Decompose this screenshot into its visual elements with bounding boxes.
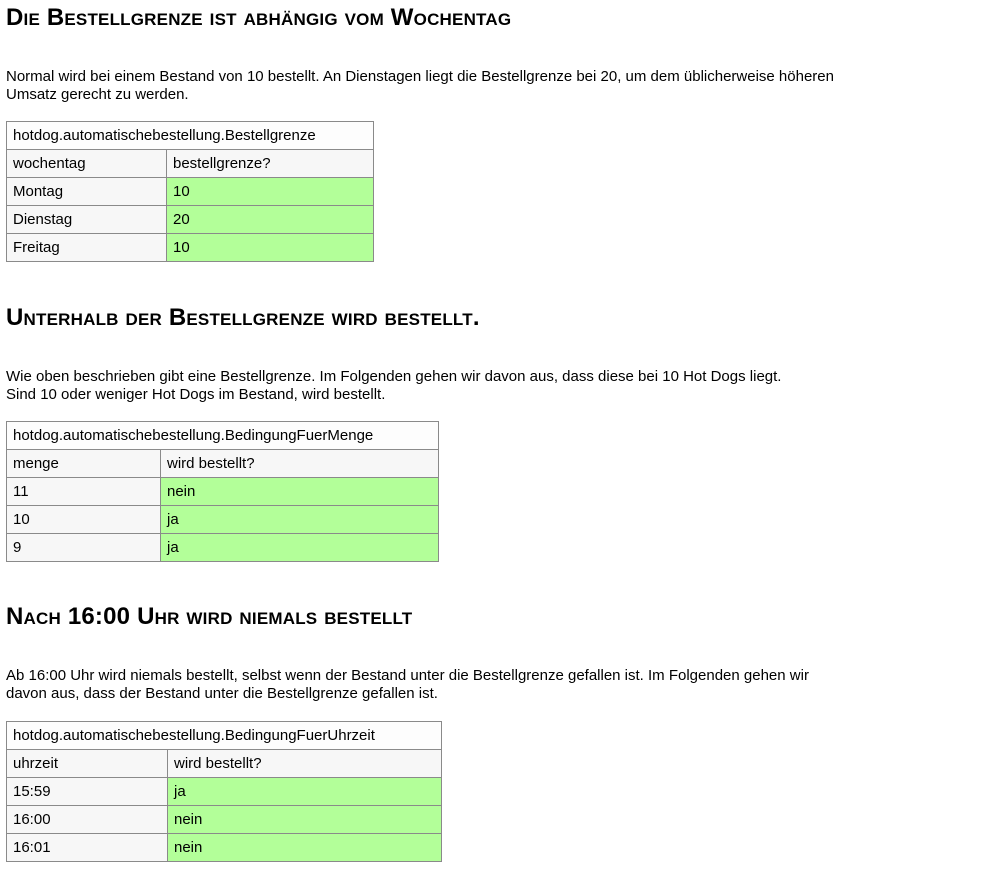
paragraph-line: davon aus, dass der Bestand unter die Be… [6, 685, 438, 702]
table-row: 16:01 nein [6, 833, 442, 862]
paragraph-line: Umsatz gerecht zu werden. [6, 86, 189, 103]
fixture-table: hotdog.automatischebestellung.BedingungF… [6, 421, 439, 562]
column-header: wird bestellt? [160, 449, 439, 478]
section-heading: Nach 16:00 Uhr wird niemals bestellt [6, 603, 413, 630]
table-row: 11 nein [6, 477, 439, 506]
section-heading: Unterhalb der Bestellgrenze wird bestell… [6, 304, 480, 331]
section-text: Normal wird bei einem Bestand von 10 bes… [6, 68, 981, 104]
column-header: uhrzeit [6, 749, 168, 778]
column-header: bestellgrenze? [166, 149, 374, 178]
column-header: wochentag [6, 149, 167, 178]
table-row: 15:59 ja [6, 777, 442, 806]
result-cell-pass: nein [167, 805, 442, 834]
table-title: hotdog.automatischebestellung.BedingungF… [6, 421, 439, 450]
table-row: 10 ja [6, 505, 439, 534]
section-menge: Unterhalb der Bestellgrenze wird bestell… [6, 304, 480, 332]
table-title: hotdog.automatischebestellung.Bestellgre… [6, 121, 374, 150]
section-text: Ab 16:00 Uhr wird niemals bestellt, selb… [6, 667, 981, 703]
paragraph-line: Ab 16:00 Uhr wird niemals bestellt, selb… [6, 667, 809, 684]
section-heading: Die Bestellgrenze ist abhängig vom Woche… [6, 4, 512, 31]
result-cell-pass: ja [167, 777, 442, 806]
table-row: Montag 10 [6, 177, 374, 206]
fixture-table-menge: hotdog.automatischebestellung.BedingungF… [6, 421, 439, 562]
section-uhrzeit: Nach 16:00 Uhr wird niemals bestellt [6, 603, 412, 631]
paragraph-line: Sind 10 oder weniger Hot Dogs im Bestand… [6, 386, 386, 403]
table-cell: 15:59 [6, 777, 168, 806]
table-cell: Montag [6, 177, 167, 206]
table-row: Freitag 10 [6, 233, 374, 262]
fixture-table: hotdog.automatischebestellung.Bestellgre… [6, 121, 374, 262]
result-cell-pass: 20 [166, 205, 374, 234]
column-header: menge [6, 449, 161, 478]
table-cell: Dienstag [6, 205, 167, 234]
result-cell-pass: nein [160, 477, 439, 506]
table-cell: 9 [6, 533, 161, 562]
table-cell: 10 [6, 505, 161, 534]
table-row: 16:00 nein [6, 805, 442, 834]
section-text: Wie oben beschrieben gibt eine Bestellgr… [6, 368, 981, 404]
result-cell-pass: ja [160, 533, 439, 562]
section-bestellgrenze: Die Bestellgrenze ist abhängig vom Woche… [6, 4, 511, 32]
paragraph-line: Wie oben beschrieben gibt eine Bestellgr… [6, 368, 782, 385]
result-cell-pass: 10 [166, 177, 374, 206]
table-cell: 16:01 [6, 833, 168, 862]
result-cell-pass: 10 [166, 233, 374, 262]
table-cell: Freitag [6, 233, 167, 262]
paragraph-line: Normal wird bei einem Bestand von 10 bes… [6, 68, 834, 85]
result-cell-pass: nein [167, 833, 442, 862]
table-cell: 16:00 [6, 805, 168, 834]
result-cell-pass: ja [160, 505, 439, 534]
table-row: 9 ja [6, 533, 439, 562]
table-title: hotdog.automatischebestellung.BedingungF… [6, 721, 442, 750]
table-row: Dienstag 20 [6, 205, 374, 234]
fixture-table-uhrzeit: hotdog.automatischebestellung.BedingungF… [6, 721, 442, 862]
table-cell: 11 [6, 477, 161, 506]
fixture-table-bestellgrenze: hotdog.automatischebestellung.Bestellgre… [6, 121, 374, 262]
column-header: wird bestellt? [167, 749, 442, 778]
fixture-table: hotdog.automatischebestellung.BedingungF… [6, 721, 442, 862]
